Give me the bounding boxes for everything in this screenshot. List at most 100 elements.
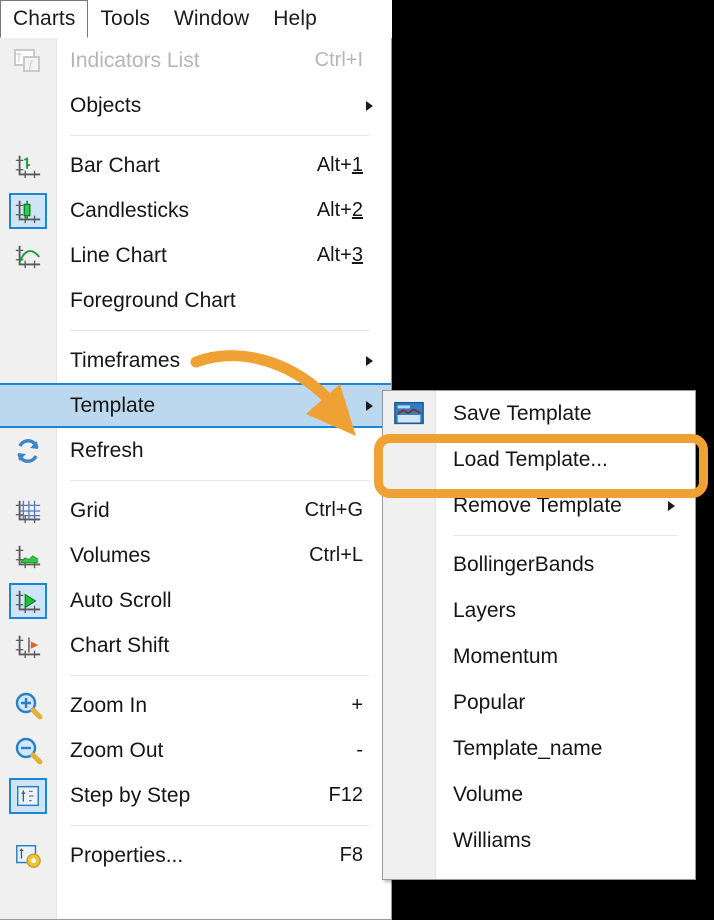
submenu-item-label: BollingerBands [453, 553, 595, 576]
menu-item-refresh[interactable]: Refresh [0, 428, 391, 473]
menu-separator [70, 825, 369, 826]
submenu-item-momentum[interactable]: Momentum [383, 634, 695, 680]
menu-item-label: Grid [70, 498, 110, 522]
submenu-item-label: Momentum [453, 645, 559, 668]
submenu-item-layers[interactable]: Layers [383, 588, 695, 634]
screenshot-root: Charts Tools Window Help f Indicators List Ct… [0, 0, 714, 920]
submenu-separator [453, 535, 677, 536]
menu-item-shortcut: Alt+3 [316, 244, 363, 266]
submenu-item-volume[interactable]: Volume [383, 772, 695, 818]
submenu-item-bollingerbands[interactable]: BollingerBands [383, 542, 695, 588]
menu-item-objects[interactable]: Objects [0, 83, 391, 128]
menu-item-shortcut: F8 [339, 844, 363, 866]
menu-item-line-chart[interactable]: Line Chart Alt+3 [0, 233, 391, 278]
menu-item-shortcut: Alt+1 [316, 154, 363, 176]
submenu-item-label: Remove Template [453, 494, 622, 517]
menu-item-label: Line Chart [70, 243, 167, 267]
menu-item-properties[interactable]: Properties... F8 [0, 833, 391, 878]
candlesticks-icon [8, 192, 48, 230]
menu-item-bar-chart[interactable]: Bar Chart Alt+1 [0, 143, 391, 188]
menubar-tab-window[interactable]: Window [162, 0, 261, 38]
menubar-tab-tools[interactable]: Tools [88, 0, 162, 38]
menu-item-shortcut: F12 [328, 784, 363, 806]
menubar-tab-label: Tools [100, 7, 150, 30]
menu-item-label: Template [70, 393, 156, 417]
submenu-item-save-template[interactable]: Save Template [383, 391, 695, 437]
menu-item-auto-scroll[interactable]: Auto Scroll [0, 578, 391, 623]
menu-item-label: Refresh [70, 438, 144, 462]
submenu-item-label: Template_name [453, 737, 603, 760]
menu-item-timeframes[interactable]: Timeframes [0, 338, 391, 383]
template-submenu: Save Template Load Template... Remove Temp… [382, 390, 696, 880]
submenu-item-label: Load Template... [453, 448, 608, 471]
submenu-item-label: Williams [453, 829, 532, 852]
chevron-right-icon [366, 400, 373, 411]
charts-menu-list: f Indicators List Ctrl+I Objects Bar Chart Al… [0, 38, 391, 878]
submenu-item-popular[interactable]: Popular [383, 680, 695, 726]
menu-item-candlesticks[interactable]: Candlesticks Alt+2 [0, 188, 391, 233]
zoom-out-icon [8, 732, 48, 770]
menu-item-label: Timeframes [70, 348, 181, 372]
menu-item-foreground-chart[interactable]: Foreground Chart [0, 278, 391, 323]
submenu-item-label: Volume [453, 783, 524, 806]
menu-item-indicators-list: f Indicators List Ctrl+I [0, 38, 391, 83]
menu-item-label: Objects [70, 93, 142, 117]
menu-item-zoom-out[interactable]: Zoom Out - [0, 728, 391, 773]
chevron-right-icon [366, 100, 373, 111]
volumes-icon [8, 537, 48, 575]
menu-item-template[interactable]: Template [0, 383, 391, 428]
menu-separator [70, 480, 369, 481]
chart-shift-icon [8, 627, 48, 665]
save-template-icon [389, 396, 429, 432]
menu-item-grid[interactable]: Grid Ctrl+G [0, 488, 391, 533]
menubar-tab-charts[interactable]: Charts [0, 0, 89, 38]
menu-item-zoom-in[interactable]: Zoom In + [0, 683, 391, 728]
menu-separator [70, 675, 369, 676]
menu-item-label: Foreground Chart [70, 288, 236, 312]
indicators-list-icon: f [8, 42, 48, 80]
menubar-tab-label: Charts [13, 7, 76, 30]
submenu-item-remove-template[interactable]: Remove Template [383, 483, 695, 529]
bar-chart-icon [8, 147, 48, 185]
menu-item-label: Chart Shift [70, 633, 170, 657]
menu-item-shortcut: Ctrl+G [304, 499, 363, 521]
menu-item-label: Bar Chart [70, 153, 160, 177]
auto-scroll-icon [8, 582, 48, 620]
chevron-right-icon [668, 501, 675, 511]
step-by-step-icon [8, 777, 48, 815]
line-chart-icon [8, 237, 48, 275]
submenu-item-williams[interactable]: Williams [383, 818, 695, 864]
desktop-background [392, 0, 714, 390]
properties-icon [8, 837, 48, 875]
menu-item-shortcut: + [351, 694, 363, 716]
menubar-tab-label: Help [273, 7, 317, 30]
template-submenu-list: Save Template Load Template... Remove Temp… [383, 391, 695, 864]
menu-item-shortcut: Ctrl+L [309, 544, 363, 566]
menu-item-label: Zoom Out [70, 738, 164, 762]
submenu-item-load-template[interactable]: Load Template... [383, 437, 695, 483]
refresh-icon [8, 432, 48, 470]
grid-icon [8, 492, 48, 530]
chevron-right-icon [366, 355, 373, 366]
charts-menu-panel: f Indicators List Ctrl+I Objects Bar Chart Al… [0, 38, 392, 920]
menubar-tab-label: Window [173, 7, 250, 30]
menubar-tab-help[interactable]: Help [261, 0, 329, 38]
menu-item-label: Volumes [70, 543, 151, 567]
menu-item-label: Step by Step [70, 783, 191, 807]
submenu-item-label: Save Template [453, 402, 592, 425]
menu-item-label: Candlesticks [70, 198, 190, 222]
zoom-in-icon [8, 687, 48, 725]
menu-item-volumes[interactable]: Volumes Ctrl+L [0, 533, 391, 578]
menu-separator [70, 330, 369, 331]
menu-item-label: Properties... [70, 843, 184, 867]
menubar: Charts Tools Window Help [0, 0, 392, 39]
menu-item-step-by-step[interactable]: Step by Step F12 [0, 773, 391, 818]
submenu-item-label: Popular [453, 691, 526, 714]
submenu-item-template-name[interactable]: Template_name [383, 726, 695, 772]
menu-item-shortcut: Ctrl+I [314, 49, 363, 71]
menu-item-label: Zoom In [70, 693, 148, 717]
menu-item-shortcut: - [356, 739, 363, 761]
submenu-item-label: Layers [453, 599, 517, 622]
menu-item-shortcut: Alt+2 [316, 199, 363, 221]
menu-item-chart-shift[interactable]: Chart Shift [0, 623, 391, 668]
